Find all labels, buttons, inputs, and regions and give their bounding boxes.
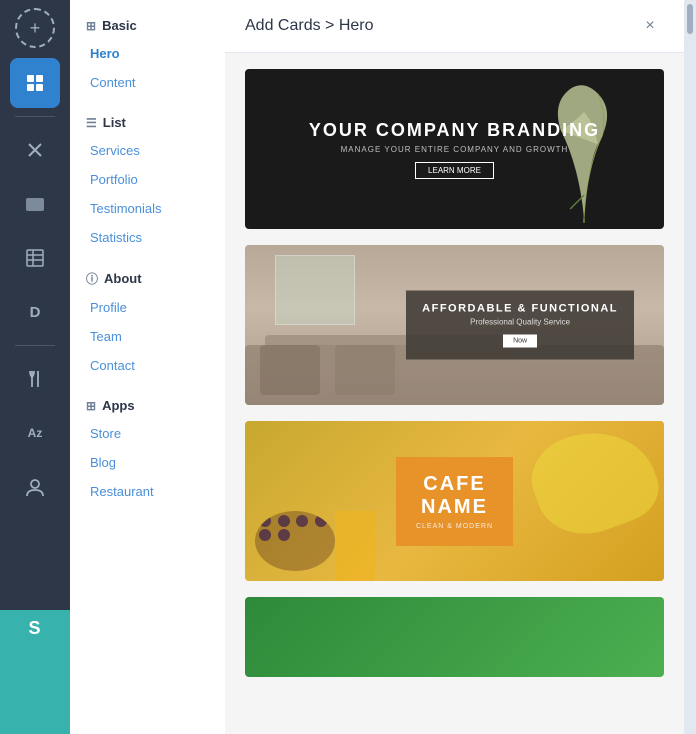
card-1-heading: YOUR COMPANY BRANDING	[309, 120, 600, 141]
sidebar-item-restaurant[interactable]: Restaurant	[70, 477, 225, 506]
sidebar-item-contact[interactable]: Contact	[70, 351, 225, 380]
scroll-thumb[interactable]	[687, 4, 693, 34]
sidebar-item-statistics[interactable]: Statistics	[70, 223, 225, 252]
sidebar-divider-1	[70, 97, 225, 105]
glass-shape	[335, 511, 375, 581]
close-button[interactable]: ×	[636, 12, 664, 40]
d-button[interactable]: D	[10, 287, 60, 337]
cross-button[interactable]	[10, 125, 60, 175]
teal-label: S	[28, 618, 41, 639]
person-button[interactable]	[10, 462, 60, 512]
sidebar-item-store[interactable]: Store	[70, 419, 225, 448]
section-apps-label: Apps	[102, 398, 135, 413]
card-3-overlay: CAFE NAME CLEAN & MODERN	[396, 457, 513, 546]
section-list-header: ☰ List	[70, 105, 225, 136]
sidebar-item-services[interactable]: Services	[70, 136, 225, 165]
sidebar-item-blog[interactable]: Blog	[70, 448, 225, 477]
toolbar-divider-2	[15, 345, 55, 346]
sidebar-item-testimonials[interactable]: Testimonials	[70, 194, 225, 223]
card-1-button: LEARN MORE	[415, 162, 494, 179]
main-header-title: Add Cards > Hero	[245, 17, 374, 35]
main-content: Add Cards > Hero × YOUR COMPANY BRANDING…	[225, 0, 684, 734]
table-button[interactable]	[10, 233, 60, 283]
card-preview-4[interactable]	[245, 597, 664, 677]
sidebar-item-team[interactable]: Team	[70, 322, 225, 351]
card-1-subtitle: MANAGE YOUR ENTIRE COMPANY AND GROWTH	[309, 145, 600, 154]
cards-grid: YOUR COMPANY BRANDING MANAGE YOUR ENTIRE…	[225, 53, 684, 734]
list-section-icon: ☰	[86, 116, 97, 130]
teal-accent: S	[0, 610, 70, 734]
toolbar: + D	[0, 0, 70, 734]
card-preview-3[interactable]: CAFE NAME CLEAN & MODERN	[245, 421, 664, 581]
section-list-label: List	[103, 115, 126, 130]
sidebar-divider-3	[70, 380, 225, 388]
banana-shape	[521, 421, 664, 549]
cushion-1	[260, 345, 320, 395]
card-2-subtitle: Professional Quality Service	[422, 318, 618, 327]
sidebar-item-profile[interactable]: Profile	[70, 293, 225, 322]
section-apps-header: ⊞ Apps	[70, 388, 225, 419]
add-button[interactable]: +	[15, 8, 55, 48]
apps-section-icon: ⊞	[86, 399, 96, 413]
basic-section-icon: ⊞	[86, 19, 96, 33]
toolbar-divider-1	[15, 116, 55, 117]
card-3-name: NAME	[416, 496, 493, 519]
grapes-shape	[255, 511, 335, 571]
section-basic-header: ⊞ Basic	[70, 8, 225, 39]
main-header: Add Cards > Hero ×	[225, 0, 684, 53]
az-button[interactable]: Az	[10, 408, 60, 458]
cushion-2	[335, 345, 395, 395]
card-2-button: Now	[503, 335, 537, 348]
card-2-heading: AFFORDABLE & FUNCTIONAL	[422, 303, 618, 315]
sidebar-item-portfolio[interactable]: Portfolio	[70, 165, 225, 194]
sidebar-divider-2	[70, 252, 225, 260]
sidebar: ⊞ Basic Hero Content ☰ List Services Por…	[70, 0, 225, 734]
card-preview-1[interactable]: YOUR COMPANY BRANDING MANAGE YOUR ENTIRE…	[245, 69, 664, 229]
section-basic-label: Basic	[102, 18, 137, 33]
card-3-tagline: CLEAN & MODERN	[416, 523, 493, 530]
section-about-label: About	[104, 271, 142, 286]
card-3-cafe: CAFE	[416, 473, 493, 496]
sidebar-item-hero[interactable]: Hero	[70, 39, 225, 68]
about-section-icon: ⓘ	[86, 270, 98, 287]
card-1-content: YOUR COMPANY BRANDING MANAGE YOUR ENTIRE…	[309, 120, 600, 179]
folder-button[interactable]	[10, 179, 60, 229]
panel-area: ⊞ Basic Hero Content ☰ List Services Por…	[70, 0, 696, 734]
card-preview-2[interactable]: AFFORDABLE & FUNCTIONAL Professional Qua…	[245, 245, 664, 405]
card-2-overlay: AFFORDABLE & FUNCTIONAL Professional Qua…	[406, 291, 634, 360]
scroll-indicator	[684, 0, 696, 734]
sidebar-item-content[interactable]: Content	[70, 68, 225, 97]
section-about-header: ⓘ About	[70, 260, 225, 293]
window	[275, 255, 355, 325]
fork-knife-button[interactable]	[10, 354, 60, 404]
pages-button[interactable]	[10, 58, 60, 108]
